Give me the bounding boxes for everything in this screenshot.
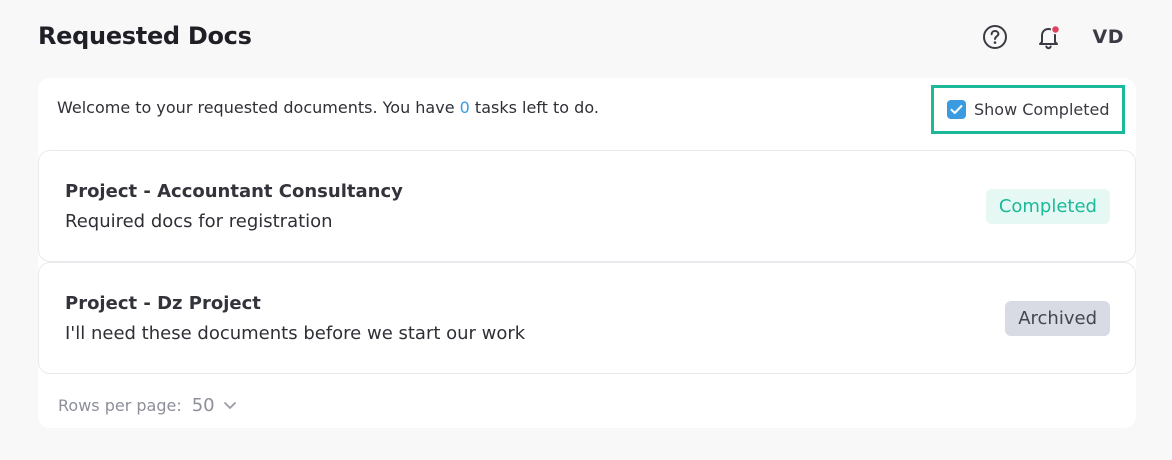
status-badge: Archived <box>1005 301 1110 336</box>
list-item[interactable]: Project - Accountant Consultancy Require… <box>38 150 1136 262</box>
project-title: Project - Accountant Consultancy <box>65 181 403 202</box>
avatar[interactable]: VD <box>1093 26 1124 48</box>
show-completed-checkbox[interactable]: Show Completed <box>931 85 1125 134</box>
list-item[interactable]: Project - Dz Project I'll need these doc… <box>38 262 1136 374</box>
help-circle-icon[interactable] <box>981 23 1009 51</box>
rows-per-page-label: Rows per page: <box>58 396 182 415</box>
page-title: Requested Docs <box>38 22 252 50</box>
show-completed-label: Show Completed <box>974 100 1110 119</box>
bell-icon[interactable] <box>1035 23 1063 51</box>
welcome-message: Welcome to your requested documents. You… <box>57 98 599 117</box>
status-badge: Completed <box>985 189 1110 224</box>
checkbox-checked-icon[interactable] <box>947 100 966 119</box>
requested-docs-card: Welcome to your requested documents. You… <box>38 78 1136 428</box>
welcome-prefix: Welcome to your requested documents. You… <box>57 98 460 117</box>
tasks-left-count: 0 <box>459 98 470 117</box>
project-description: I'll need these documents before we star… <box>65 323 526 344</box>
project-title: Project - Dz Project <box>65 293 261 314</box>
project-description: Required docs for registration <box>65 211 333 232</box>
pagination: Rows per page: 50 <box>58 395 237 416</box>
chevron-down-icon <box>223 402 236 409</box>
header-actions: VD <box>981 22 1124 52</box>
welcome-suffix: tasks left to do. <box>469 98 599 117</box>
rows-per-page-value: 50 <box>191 395 215 416</box>
rows-per-page-select[interactable]: 50 <box>192 395 237 416</box>
